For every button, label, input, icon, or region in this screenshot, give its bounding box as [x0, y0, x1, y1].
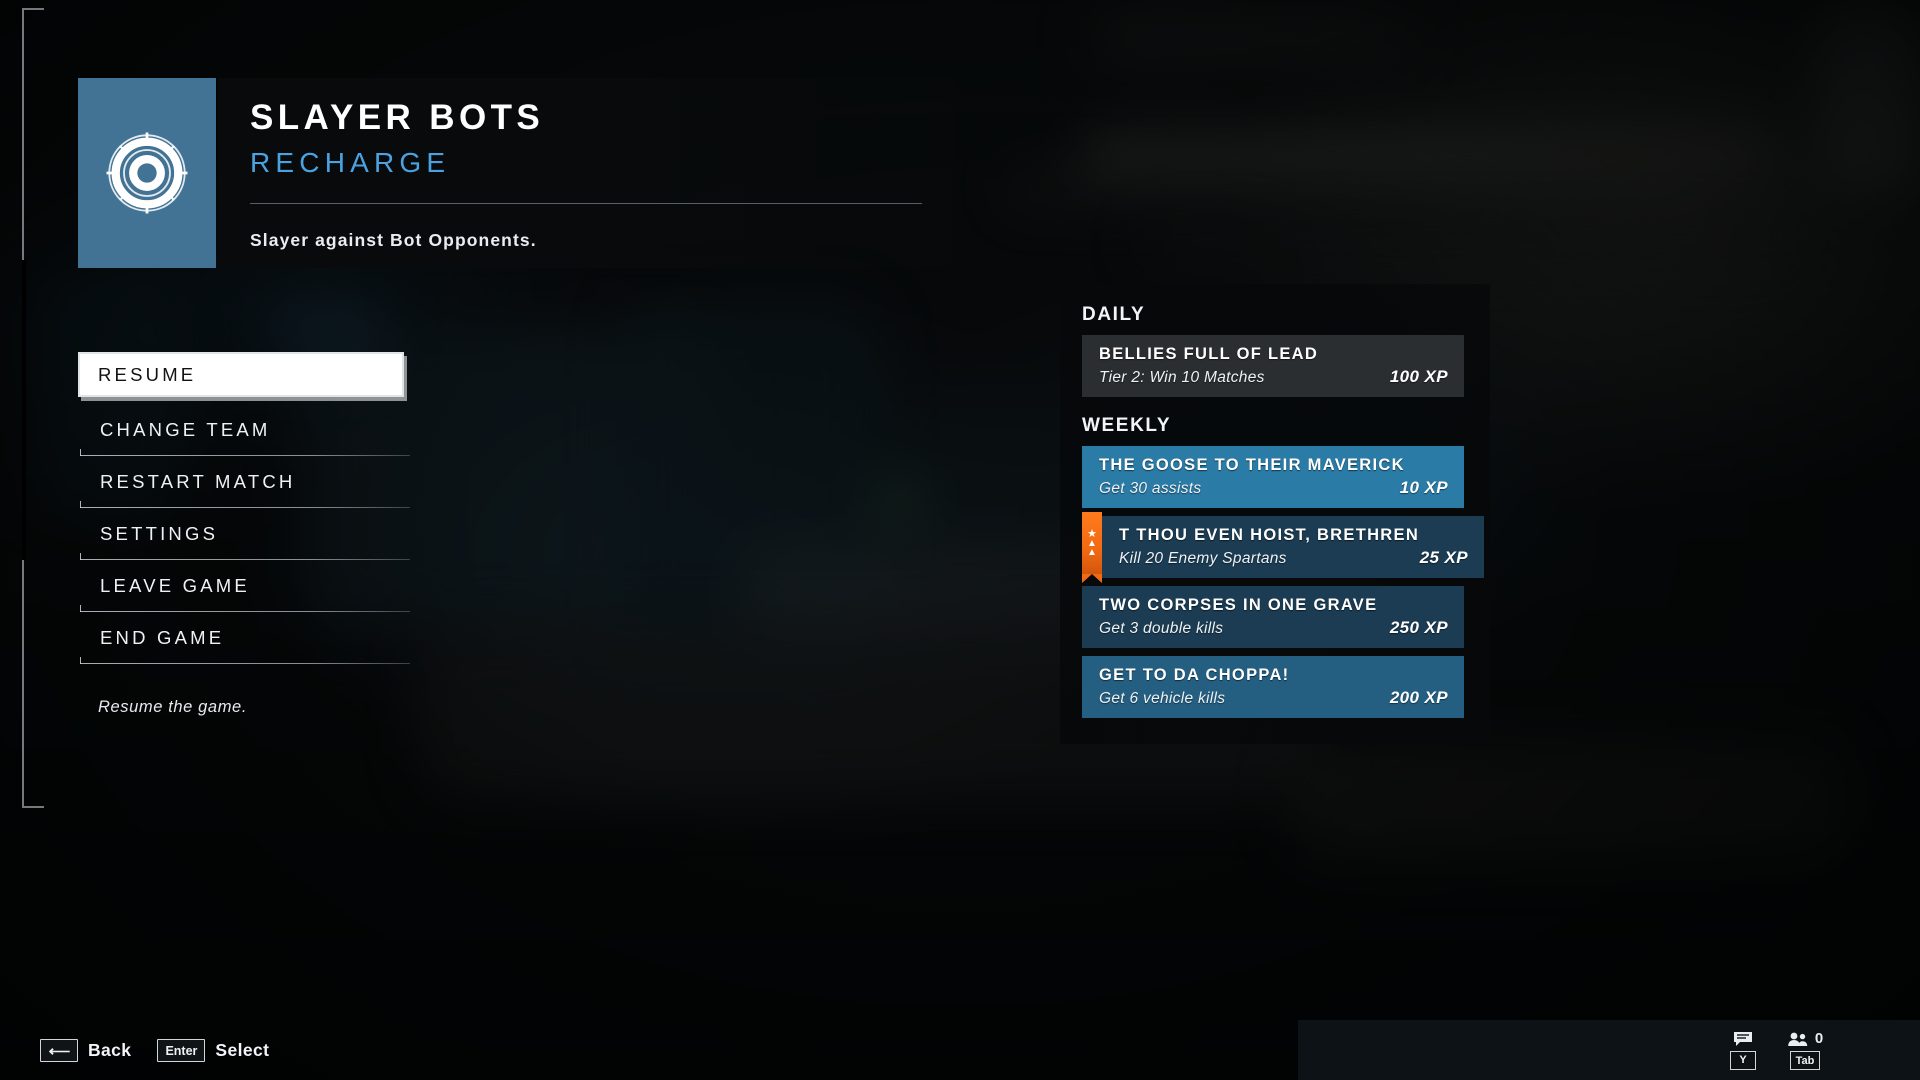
daily-challenges-heading: DAILY — [1082, 304, 1146, 325]
challenge-xp: 10 XP — [1399, 477, 1448, 497]
chat-bubble-icon — [1734, 1031, 1752, 1046]
rank-chevron-star-icon: ★ ▲ ▲ — [1082, 512, 1102, 583]
roster-control[interactable]: 0 Tab — [1774, 1030, 1836, 1070]
reticle-target-icon — [106, 132, 188, 214]
challenge-card[interactable]: THE GOOSE TO THEIR MAVERICK Get 30 assis… — [1082, 446, 1464, 508]
hint-label: Back — [88, 1040, 132, 1060]
menu-item-label: SETTINGS — [100, 523, 219, 544]
challenge-description: Get 6 vehicle kills — [1099, 689, 1226, 707]
people-icon — [1788, 1032, 1808, 1046]
chat-key: Y — [1730, 1050, 1756, 1070]
challenge-name: T THOU EVEN HOIST, BRETHREN — [1119, 526, 1420, 544]
menu-item-divider — [80, 657, 410, 664]
challenge-xp: 200 XP — [1389, 687, 1448, 707]
menu-item-leave-game[interactable]: LEAVE GAME — [78, 560, 410, 612]
mode-description: Slayer against Bot Opponents. — [250, 230, 537, 250]
challenge-name: GET TO DA CHOPPA! — [1099, 666, 1290, 684]
menu-item-settings[interactable]: SETTINGS — [78, 508, 410, 560]
map-name: RECHARGE — [250, 147, 451, 178]
hint-label: Select — [215, 1040, 270, 1060]
challenge-xp: 250 XP — [1389, 617, 1448, 637]
menu-item-description: Resume the game. — [98, 698, 248, 716]
challenge-description: Get 3 double kills — [1099, 619, 1224, 637]
menu-item-resume[interactable]: RESUME — [78, 352, 410, 397]
menu-item-change-team[interactable]: CHANGE TEAM — [78, 404, 410, 456]
challenge-card[interactable]: TWO CORPSES IN ONE GRAVE Get 3 double ki… — [1082, 586, 1464, 648]
roster-count: 0 — [1814, 1030, 1824, 1047]
menu-item-restart-match[interactable]: RESTART MATCH — [78, 456, 410, 508]
menu-item-label: LEAVE GAME — [100, 575, 250, 596]
hud-frame-bracket — [22, 8, 44, 808]
challenge-xp: 100 XP — [1389, 366, 1448, 386]
header-divider — [250, 203, 922, 204]
menu-item-end-game[interactable]: END GAME — [78, 612, 410, 664]
weekly-challenges-heading: WEEKLY — [1082, 415, 1172, 436]
challenge-xp: 25 XP — [1419, 547, 1468, 567]
social-bar: Y 0 Tab — [1298, 1020, 1920, 1080]
mode-icon-tile — [78, 78, 216, 268]
challenges-panel: DAILY BELLIES FULL OF LEAD Tier 2: Win 1… — [1060, 284, 1490, 744]
input-hints: ⟵ Back Enter Select — [40, 1039, 269, 1062]
menu-item-label: RESUME — [98, 363, 197, 385]
challenge-name: TWO CORPSES IN ONE GRAVE — [1099, 596, 1378, 614]
menu-item-label: RESTART MATCH — [100, 471, 296, 492]
page-title: SLAYER BOTS — [250, 98, 545, 137]
pause-menu-list: RESUME CHANGE TEAM RESTART MATCH SETTING… — [78, 352, 410, 664]
game-pause-menu-screen: SLAYER BOTS RECHARGE Slayer against Bot … — [0, 0, 1920, 1080]
mode-header: SLAYER BOTS RECHARGE Slayer against Bot … — [78, 78, 956, 268]
menu-item-label: CHANGE TEAM — [100, 419, 271, 440]
challenge-card[interactable]: BELLIES FULL OF LEAD Tier 2: Win 10 Matc… — [1082, 335, 1464, 397]
challenge-description: Get 30 assists — [1099, 479, 1202, 497]
hint-back[interactable]: ⟵ Back — [40, 1039, 131, 1062]
challenge-name: THE GOOSE TO THEIR MAVERICK — [1099, 456, 1405, 474]
challenge-description: Kill 20 Enemy Spartans — [1119, 549, 1287, 567]
challenge-description: Tier 2: Win 10 Matches — [1099, 368, 1265, 386]
hint-select[interactable]: Enter Select — [157, 1039, 269, 1062]
challenge-name: BELLIES FULL OF LEAD — [1099, 345, 1319, 363]
roster-key: Tab — [1789, 1051, 1821, 1070]
chat-control[interactable]: Y — [1712, 1031, 1774, 1070]
left-arrow-icon: ⟵ — [40, 1039, 78, 1062]
enter-key-icon: Enter — [157, 1039, 206, 1062]
menu-item-label: END GAME — [100, 627, 225, 648]
challenge-card[interactable]: GET TO DA CHOPPA! Get 6 vehicle kills 20… — [1082, 656, 1464, 718]
challenge-card[interactable]: ★ ▲ ▲ T THOU EVEN HOIST, BRETHREN Kill 2… — [1082, 512, 1484, 583]
